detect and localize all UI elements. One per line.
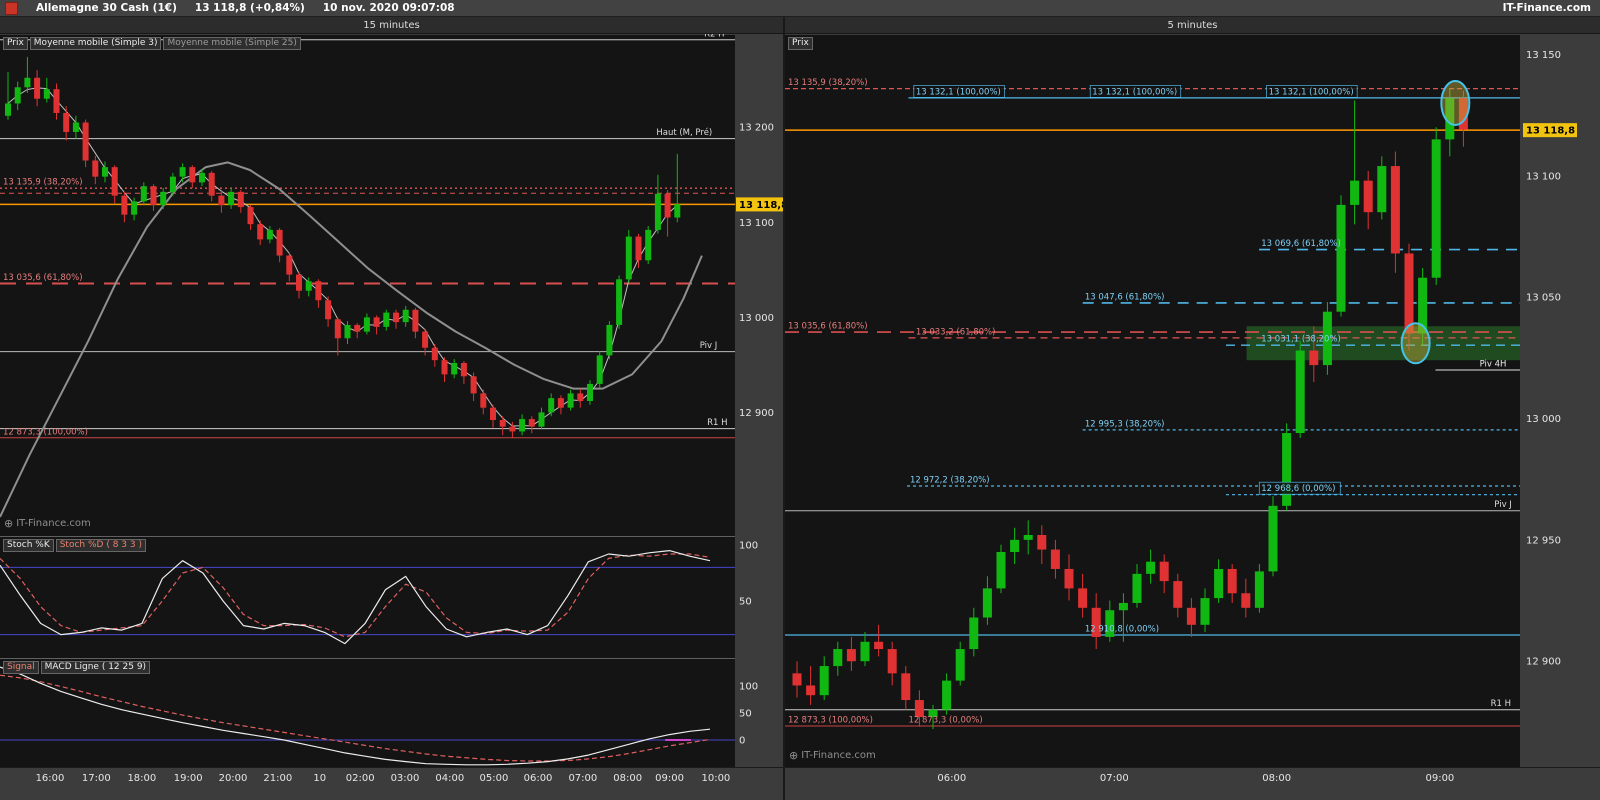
charts-canvas[interactable]: 16:00 17:00 18:00 19:00 20:00 21:00 10 02:00 03:… (0, 0, 1600, 800)
legend-ma25[interactable]: Moyenne mobile (Simple 25) (163, 37, 301, 50)
right-price-chart[interactable]: 13 135,9 (38,20%) 13 132,1 (100,00%) 13 13… (785, 35, 1520, 768)
stoch-panel[interactable]: 100 50 (0, 537, 758, 658)
svg-text:13 135,9 (38,20%): 13 135,9 (38,20%) (788, 78, 868, 88)
svg-text:10: 10 (313, 773, 326, 784)
svg-text:12 972,2 (38,20%): 12 972,2 (38,20%) (910, 475, 990, 485)
svg-text:04:00: 04:00 (435, 773, 464, 784)
svg-text:13 132,1 (100,00%): 13 132,1 (100,00%) (1269, 87, 1354, 97)
svg-text:13 100: 13 100 (1526, 171, 1561, 182)
svg-text:50: 50 (739, 597, 752, 608)
svg-text:13 132,1 (100,00%): 13 132,1 (100,00%) (1092, 87, 1177, 97)
svg-text:09:00: 09:00 (655, 773, 684, 784)
svg-text:13 118,8: 13 118,8 (1526, 126, 1575, 137)
svg-text:Haut (M, Pré): Haut (M, Pré) (656, 127, 712, 138)
right-chart-legend: Prix (788, 37, 813, 50)
left-price-axis[interactable]: 13 200 13 100 13 000 12 900 13 118,8 (736, 123, 788, 419)
legend-stoch-k[interactable]: Stoch %K (3, 539, 54, 552)
svg-text:13 200: 13 200 (739, 123, 774, 134)
svg-text:09:00: 09:00 (1425, 773, 1454, 784)
svg-text:12 873,3 (100,00%): 12 873,3 (100,00%) (3, 427, 88, 437)
svg-text:13 035,6 (61,80%): 13 035,6 (61,80%) (3, 273, 83, 283)
svg-text:07:00: 07:00 (1100, 773, 1129, 784)
right-price-axis[interactable]: 13 150 13 100 13 050 13 000 12 950 12 900 13 1… (1523, 50, 1577, 668)
itfinance-watermark: ⊕ IT-Finance.com (4, 517, 91, 530)
svg-text:02:00: 02:00 (346, 773, 375, 784)
time-axis[interactable]: 16:00 17:00 18:00 19:00 20:00 21:00 10 02:00 03:… (36, 773, 1455, 784)
brand: IT-Finance.com (1502, 2, 1591, 14)
itfinance-logo-icon: ⊕ (789, 749, 799, 762)
svg-text:12 873,3 (0,00%): 12 873,3 (0,00%) (908, 716, 982, 726)
svg-text:16:00: 16:00 (36, 773, 65, 784)
svg-text:05:00: 05:00 (480, 773, 509, 784)
tab-label: 15 minutes (363, 19, 420, 31)
timebar-border (0, 767, 1600, 768)
svg-text:100: 100 (739, 541, 758, 552)
svg-text:13 031,1 (38,20%): 13 031,1 (38,20%) (1261, 335, 1341, 345)
svg-text:13 000: 13 000 (739, 313, 774, 324)
svg-text:06:00: 06:00 (524, 773, 553, 784)
app-icon (5, 1, 18, 15)
svg-text:R1 H: R1 H (707, 418, 727, 428)
svg-text:12 910,8 (0,00%): 12 910,8 (0,00%) (1085, 624, 1159, 634)
svg-text:07:00: 07:00 (568, 773, 597, 784)
svg-text:12 900: 12 900 (1526, 657, 1561, 668)
svg-text:R1 H: R1 H (1491, 699, 1511, 709)
svg-text:12 968,6 (0,00%): 12 968,6 (0,00%) (1261, 484, 1335, 494)
macd-legend: Signal MACD Ligne ( 12 25 9) (3, 661, 151, 674)
svg-text:13 047,6 (61,80%): 13 047,6 (61,80%) (1085, 292, 1165, 302)
svg-text:18:00: 18:00 (127, 773, 156, 784)
svg-text:13 050: 13 050 (1526, 293, 1561, 304)
stoch-legend: Stoch %K Stoch %D ( 8 3 3 ) (3, 539, 146, 552)
svg-text:12 900: 12 900 (739, 408, 774, 419)
legend-prix[interactable]: Prix (3, 37, 28, 50)
legend-macd-line[interactable]: MACD Ligne ( 12 25 9) (40, 661, 151, 674)
svg-text:20:00: 20:00 (219, 773, 248, 784)
legend-stoch-d[interactable]: Stoch %D ( 8 3 3 ) (55, 539, 146, 552)
svg-text:13 150: 13 150 (1526, 50, 1561, 61)
svg-text:13 135,9 (38,20%): 13 135,9 (38,20%) (3, 178, 83, 188)
svg-text:13 069,6 (61,80%): 13 069,6 (61,80%) (1261, 239, 1341, 249)
instrument-quote: 13 118,8 (+0,84%) (194, 2, 305, 14)
svg-text:08:00: 08:00 (613, 773, 642, 784)
macd-panel[interactable]: 100 50 0 (0, 659, 758, 767)
svg-text:0: 0 (739, 735, 745, 746)
svg-text:13 033,2 (61,80%): 13 033,2 (61,80%) (916, 327, 996, 337)
instrument-title: Allemagne 30 Cash (1€) (36, 2, 177, 14)
svg-text:17:00: 17:00 (82, 773, 111, 784)
svg-text:06:00: 06:00 (937, 773, 966, 784)
tab-5-minutes[interactable]: 5 minutes (785, 17, 1600, 34)
svg-text:10:00: 10:00 (701, 773, 730, 784)
tab-15-minutes[interactable]: 15 minutes (0, 17, 783, 34)
itfinance-watermark: ⊕ IT-Finance.com (789, 749, 876, 762)
legend-ma3[interactable]: Moyenne mobile (Simple 3) (29, 37, 162, 50)
panel-divider[interactable] (783, 17, 785, 800)
topbar: Allemagne 30 Cash (1€) 13 118,8 (+0,84%)… (0, 0, 1600, 17)
svg-text:13 100: 13 100 (739, 218, 774, 229)
svg-text:13 000: 13 000 (1526, 414, 1561, 425)
svg-text:13 035,6 (61,80%): 13 035,6 (61,80%) (788, 322, 868, 332)
svg-text:19:00: 19:00 (174, 773, 203, 784)
topbar-datetime: 10 nov. 2020 09:07:08 (322, 2, 455, 14)
svg-text:21:00: 21:00 (263, 773, 292, 784)
watermark-text: IT-Finance.com (16, 518, 91, 529)
tab-label: 5 minutes (1167, 19, 1218, 31)
itfinance-logo-icon: ⊕ (4, 517, 14, 530)
left-price-chart[interactable]: R2 HHaut (M, Pré)13 135,9 (38,20%)13 035… (0, 29, 735, 536)
legend-macd-signal[interactable]: Signal (3, 661, 39, 674)
svg-text:Piv 4H: Piv 4H (1480, 359, 1507, 369)
legend-prix[interactable]: Prix (788, 37, 813, 50)
svg-text:Piv J: Piv J (700, 341, 718, 351)
svg-text:100: 100 (739, 681, 758, 692)
svg-text:13 132,1 (100,00%): 13 132,1 (100,00%) (916, 87, 1001, 97)
svg-text:12 873,3 (100,00%): 12 873,3 (100,00%) (788, 716, 873, 726)
svg-text:03:00: 03:00 (391, 773, 420, 784)
svg-text:Piv J: Piv J (1494, 500, 1512, 510)
watermark-text: IT-Finance.com (801, 750, 876, 761)
svg-text:50: 50 (739, 708, 752, 719)
left-chart-legend: Prix Moyenne mobile (Simple 3) Moyenne m… (3, 37, 301, 50)
svg-text:12 950: 12 950 (1526, 535, 1561, 546)
svg-text:08:00: 08:00 (1262, 773, 1291, 784)
svg-text:13 118,8: 13 118,8 (739, 200, 788, 211)
svg-text:12 995,3 (38,20%): 12 995,3 (38,20%) (1085, 419, 1165, 429)
